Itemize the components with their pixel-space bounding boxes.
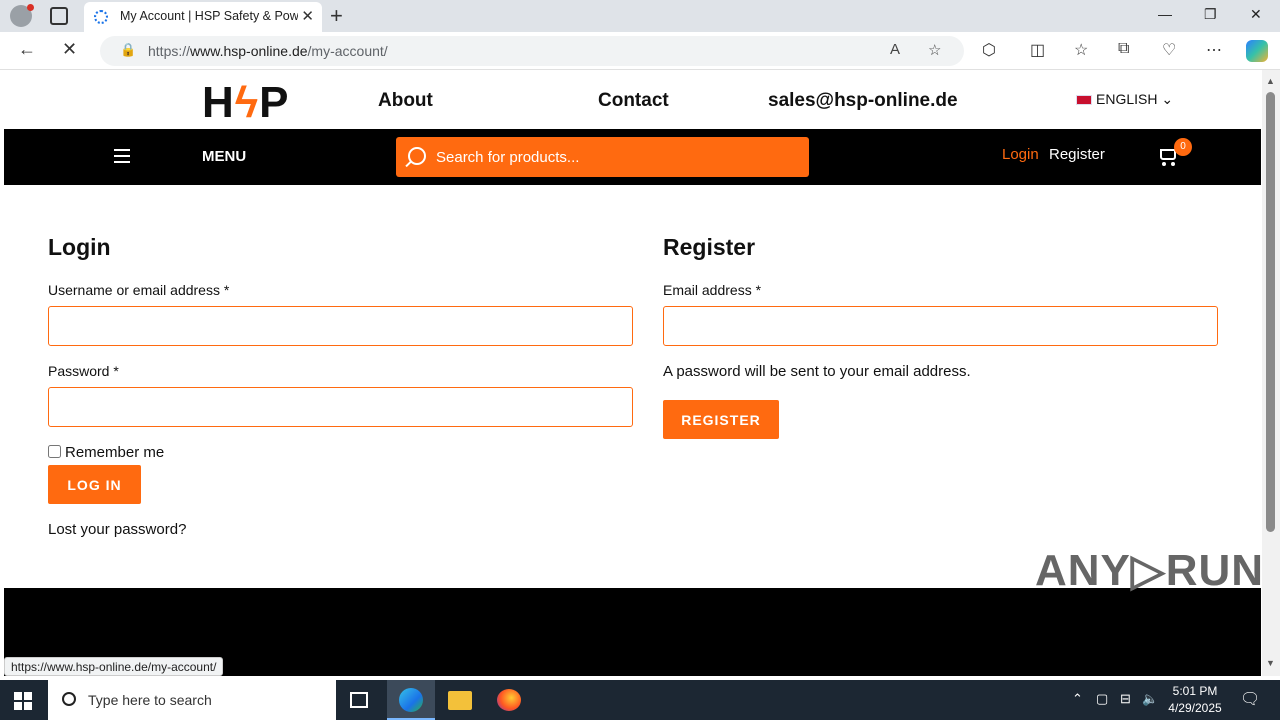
favorite-star-icon[interactable]: ☆ — [928, 41, 941, 59]
lost-password-link[interactable]: Lost your password? — [48, 521, 186, 538]
password-label: Password * — [48, 363, 119, 379]
login-heading: Login — [48, 234, 111, 260]
address-bar[interactable]: 🔒 https://www.hsp-online.de/my-account/ … — [100, 36, 964, 66]
anyrun-watermark: ANY▷RUN — [1035, 546, 1265, 595]
taskbar-search-placeholder: Type here to search — [88, 692, 212, 708]
browser-tab-my-account[interactable]: My Account | HSP Safety & Pow ✕ — [84, 2, 322, 32]
stop-loading-icon[interactable]: ✕ — [62, 39, 77, 60]
copilot-icon[interactable] — [1246, 40, 1268, 62]
log-in-button[interactable]: LOG IN — [48, 465, 141, 504]
restore-icon[interactable]: ❐ — [1204, 6, 1217, 23]
sales-email-link[interactable]: sales@hsp-online.de — [768, 90, 958, 112]
volume-icon[interactable]: 🔈 — [1142, 691, 1158, 707]
minimize-icon[interactable]: — — [1158, 6, 1172, 22]
username-label: Username or email address * — [48, 282, 230, 298]
collections-icon[interactable]: ⧉ — [1118, 40, 1129, 58]
language-selector[interactable]: ENGLISH ⌄ — [1076, 91, 1173, 108]
product-search-input[interactable] — [436, 146, 796, 168]
hamburger-menu-icon[interactable] — [114, 149, 130, 167]
main-navbar: MENU Login Register — [4, 129, 1261, 185]
register-button[interactable]: REGISTER — [663, 400, 779, 439]
edge-icon — [399, 688, 423, 712]
scroll-up-icon[interactable]: ▲ — [1266, 76, 1275, 86]
file-explorer-icon[interactable] — [448, 691, 472, 710]
tab-actions-icon[interactable] — [50, 7, 68, 25]
tab-title: My Account | HSP Safety & Pow — [120, 9, 298, 23]
edge-taskbar-button[interactable] — [387, 680, 435, 720]
notifications-icon[interactable]: 🗨 — [1240, 689, 1260, 709]
loading-spinner-icon — [94, 10, 108, 24]
username-input[interactable] — [48, 306, 633, 346]
read-aloud-icon[interactable]: A — [890, 41, 900, 58]
remember-me-checkbox[interactable] — [48, 445, 61, 458]
new-tab-icon[interactable]: + — [330, 3, 343, 29]
contact-link[interactable]: Contact — [598, 90, 669, 112]
back-arrow-icon[interactable]: ← — [18, 39, 36, 60]
lock-icon[interactable]: 🔒 — [120, 42, 136, 58]
clock-time: 5:01 PM — [1172, 684, 1218, 698]
hsp-logo[interactable]: HϟP — [202, 78, 289, 128]
menu-button[interactable]: MENU — [202, 148, 246, 165]
network-icon[interactable]: ⊟ — [1120, 691, 1131, 707]
close-window-icon[interactable]: ✕ — [1250, 6, 1262, 23]
about-link[interactable]: About — [378, 90, 433, 112]
browser-essentials-icon[interactable]: ♡ — [1162, 40, 1176, 60]
cart-count-badge: 0 — [1174, 138, 1192, 156]
uk-flag-icon — [1076, 95, 1092, 106]
device-icon[interactable]: ▢ — [1096, 691, 1108, 707]
scroll-down-icon[interactable]: ▼ — [1266, 658, 1275, 668]
search-icon — [62, 692, 76, 706]
register-email-input[interactable] — [663, 306, 1218, 346]
remember-me[interactable]: Remember me — [48, 444, 164, 461]
chevron-down-icon: ⌄ — [1161, 91, 1174, 107]
favorites-icon[interactable]: ☆ — [1074, 40, 1088, 60]
browser-toolbar: ← ✕ 🔒 https://www.hsp-online.de/my-accou… — [0, 32, 1280, 70]
more-options-icon[interactable]: ⋯ — [1206, 40, 1222, 60]
password-note: A password will be sent to your email ad… — [663, 363, 971, 380]
windows-taskbar: Type here to search ⌃ ▢ ⊟ 🔈 5:01 PM 4/29… — [0, 680, 1280, 720]
scrollbar-thumb[interactable] — [1266, 92, 1275, 532]
profile-avatar[interactable] — [10, 4, 34, 27]
firefox-icon[interactable] — [497, 689, 521, 711]
browser-tab-strip: My Account | HSP Safety & Pow ✕ + — ❐ ✕ — [0, 0, 1280, 32]
split-screen-icon[interactable]: ◫ — [1030, 40, 1045, 60]
nav-register-link[interactable]: Register — [1049, 146, 1105, 163]
product-search[interactable] — [396, 137, 809, 177]
taskbar-search[interactable]: Type here to search — [48, 680, 336, 720]
task-view-icon[interactable] — [350, 692, 368, 708]
show-hidden-icons-icon[interactable]: ⌃ — [1072, 691, 1083, 707]
close-tab-icon[interactable]: ✕ — [301, 7, 314, 25]
url-text[interactable]: https://www.hsp-online.de/my-account/ — [148, 43, 388, 59]
windows-start-icon[interactable] — [14, 692, 32, 710]
extensions-icon[interactable]: ⬡ — [982, 40, 996, 60]
nav-login-link[interactable]: Login — [1002, 146, 1039, 163]
search-icon — [408, 147, 426, 165]
status-bar-url: https://www.hsp-online.de/my-account/ — [4, 657, 224, 676]
taskbar-clock[interactable]: 5:01 PM 4/29/2025 — [1164, 683, 1226, 717]
clock-date: 4/29/2025 — [1168, 701, 1222, 715]
register-email-label: Email address * — [663, 282, 762, 298]
page-scrollbar[interactable]: ▲ ▼ — [1262, 70, 1280, 676]
register-heading: Register — [663, 234, 756, 260]
password-input[interactable] — [48, 387, 633, 427]
